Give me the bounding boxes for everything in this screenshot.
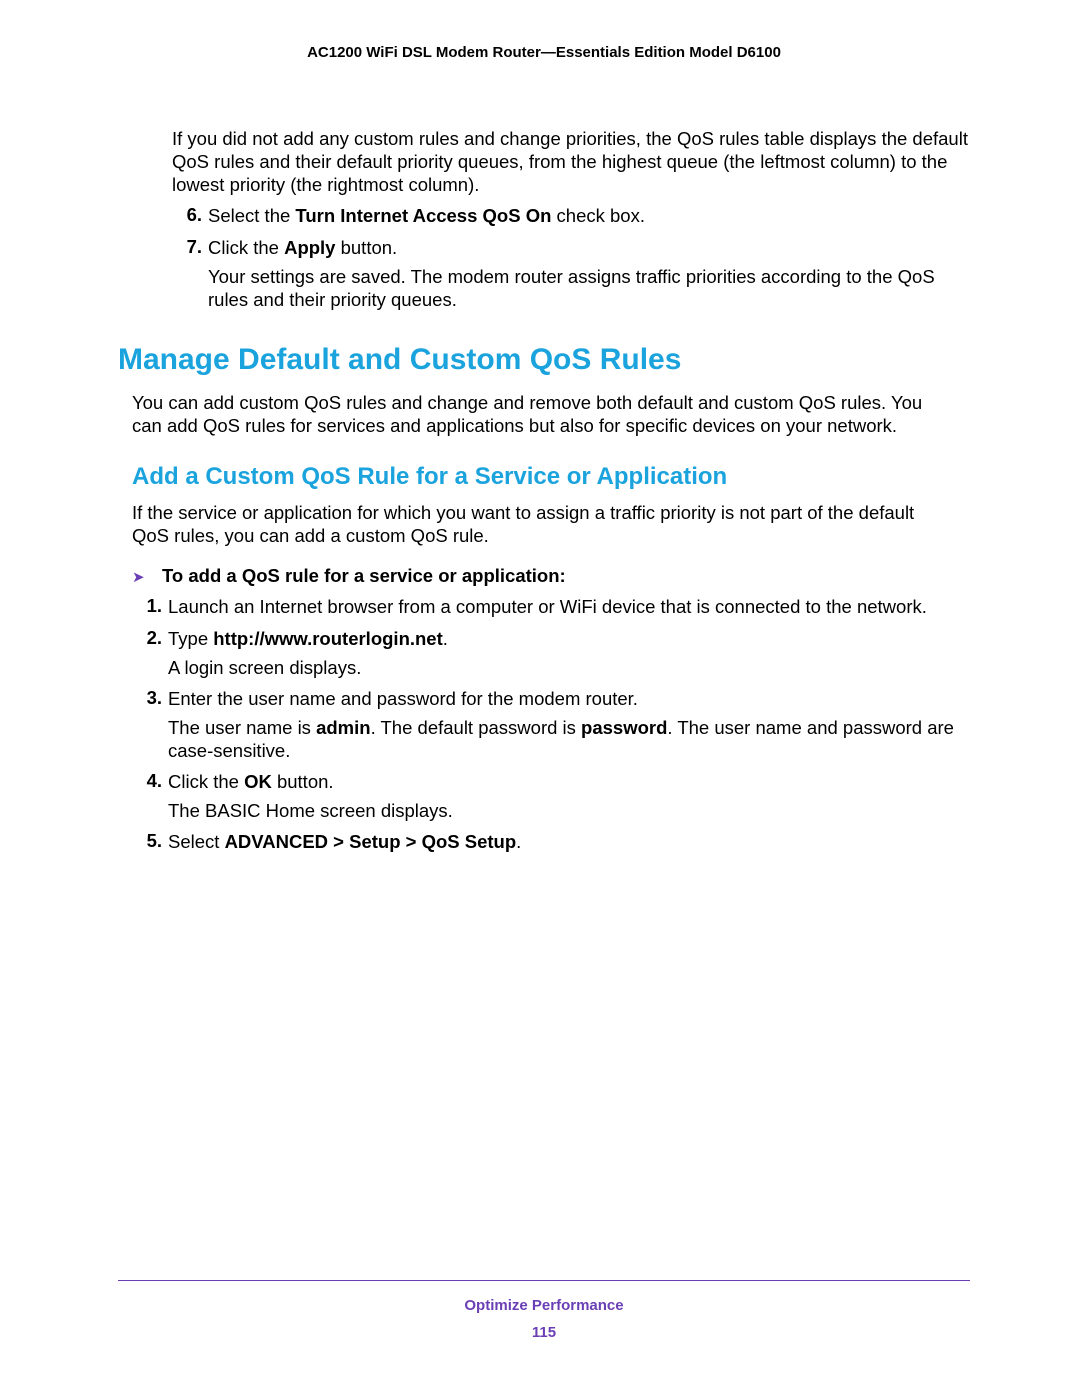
triangle-icon: ➤ bbox=[132, 565, 162, 586]
step-text: Enter the user name and password for the… bbox=[168, 687, 970, 710]
step-text: Type bbox=[168, 628, 213, 649]
intro-paragraph: If you did not add any custom rules and … bbox=[172, 127, 970, 196]
step-text: Launch an Internet browser from a comput… bbox=[168, 595, 970, 618]
section-paragraph: You can add custom QoS rules and change … bbox=[132, 391, 956, 437]
step-text: . bbox=[516, 831, 521, 852]
step-text: Click the bbox=[208, 237, 284, 258]
step-text: . The default password is bbox=[371, 717, 581, 738]
step-bold: Turn Internet Access QoS On bbox=[295, 205, 551, 226]
step-2: 2. Type http://www.routerlogin.net. A lo… bbox=[132, 627, 970, 679]
step-6: 6. Select the Turn Internet Access QoS O… bbox=[172, 204, 970, 227]
step-text: The user name is bbox=[168, 717, 316, 738]
step-bold: Apply bbox=[284, 237, 335, 258]
page: AC1200 WiFi DSL Modem Router—Essentials … bbox=[0, 0, 1080, 1397]
step-number: 4. bbox=[132, 770, 168, 822]
footer-section: Optimize Performance bbox=[118, 1297, 970, 1314]
step-7: 7. Click the Apply button. Your settings… bbox=[172, 236, 970, 311]
doc-header: AC1200 WiFi DSL Modem Router—Essentials … bbox=[118, 44, 970, 61]
step-bold: http://www.routerlogin.net bbox=[213, 628, 443, 649]
step-bold: password bbox=[581, 717, 667, 738]
step-bold: OK bbox=[244, 771, 272, 792]
step-text: Click the bbox=[168, 771, 244, 792]
subsection-paragraph: If the service or application for which … bbox=[132, 501, 956, 547]
step-text: check box. bbox=[551, 205, 645, 226]
page-number: 115 bbox=[118, 1324, 970, 1341]
step-text: . bbox=[443, 628, 448, 649]
subsection-heading: Add a Custom QoS Rule for a Service or A… bbox=[132, 463, 970, 491]
step-after: Your settings are saved. The modem route… bbox=[208, 265, 970, 311]
procedure-intro: To add a QoS rule for a service or appli… bbox=[162, 565, 566, 587]
step-number: 5. bbox=[132, 830, 168, 853]
step-number: 7. bbox=[172, 236, 208, 311]
page-footer: Optimize Performance 115 bbox=[118, 1280, 970, 1341]
step-number: 6. bbox=[172, 204, 208, 227]
step-3: 3. Enter the user name and password for … bbox=[132, 687, 970, 762]
step-text: Select bbox=[168, 831, 225, 852]
step-after: A login screen displays. bbox=[168, 656, 970, 679]
step-number: 1. bbox=[132, 595, 168, 618]
step-1: 1. Launch an Internet browser from a com… bbox=[132, 595, 970, 618]
step-4: 4. Click the OK button. The BASIC Home s… bbox=[132, 770, 970, 822]
step-text: button. bbox=[272, 771, 334, 792]
footer-rule bbox=[118, 1280, 970, 1281]
step-text: Select the bbox=[208, 205, 295, 226]
step-number: 2. bbox=[132, 627, 168, 679]
step-text: button. bbox=[335, 237, 397, 258]
step-bold: ADVANCED > Setup > QoS Setup bbox=[225, 831, 517, 852]
step-bold: admin bbox=[316, 717, 370, 738]
section-heading: Manage Default and Custom QoS Rules bbox=[118, 343, 970, 377]
step-after: The BASIC Home screen displays. bbox=[168, 799, 970, 822]
step-number: 3. bbox=[132, 687, 168, 762]
step-5: 5. Select ADVANCED > Setup > QoS Setup. bbox=[132, 830, 970, 853]
